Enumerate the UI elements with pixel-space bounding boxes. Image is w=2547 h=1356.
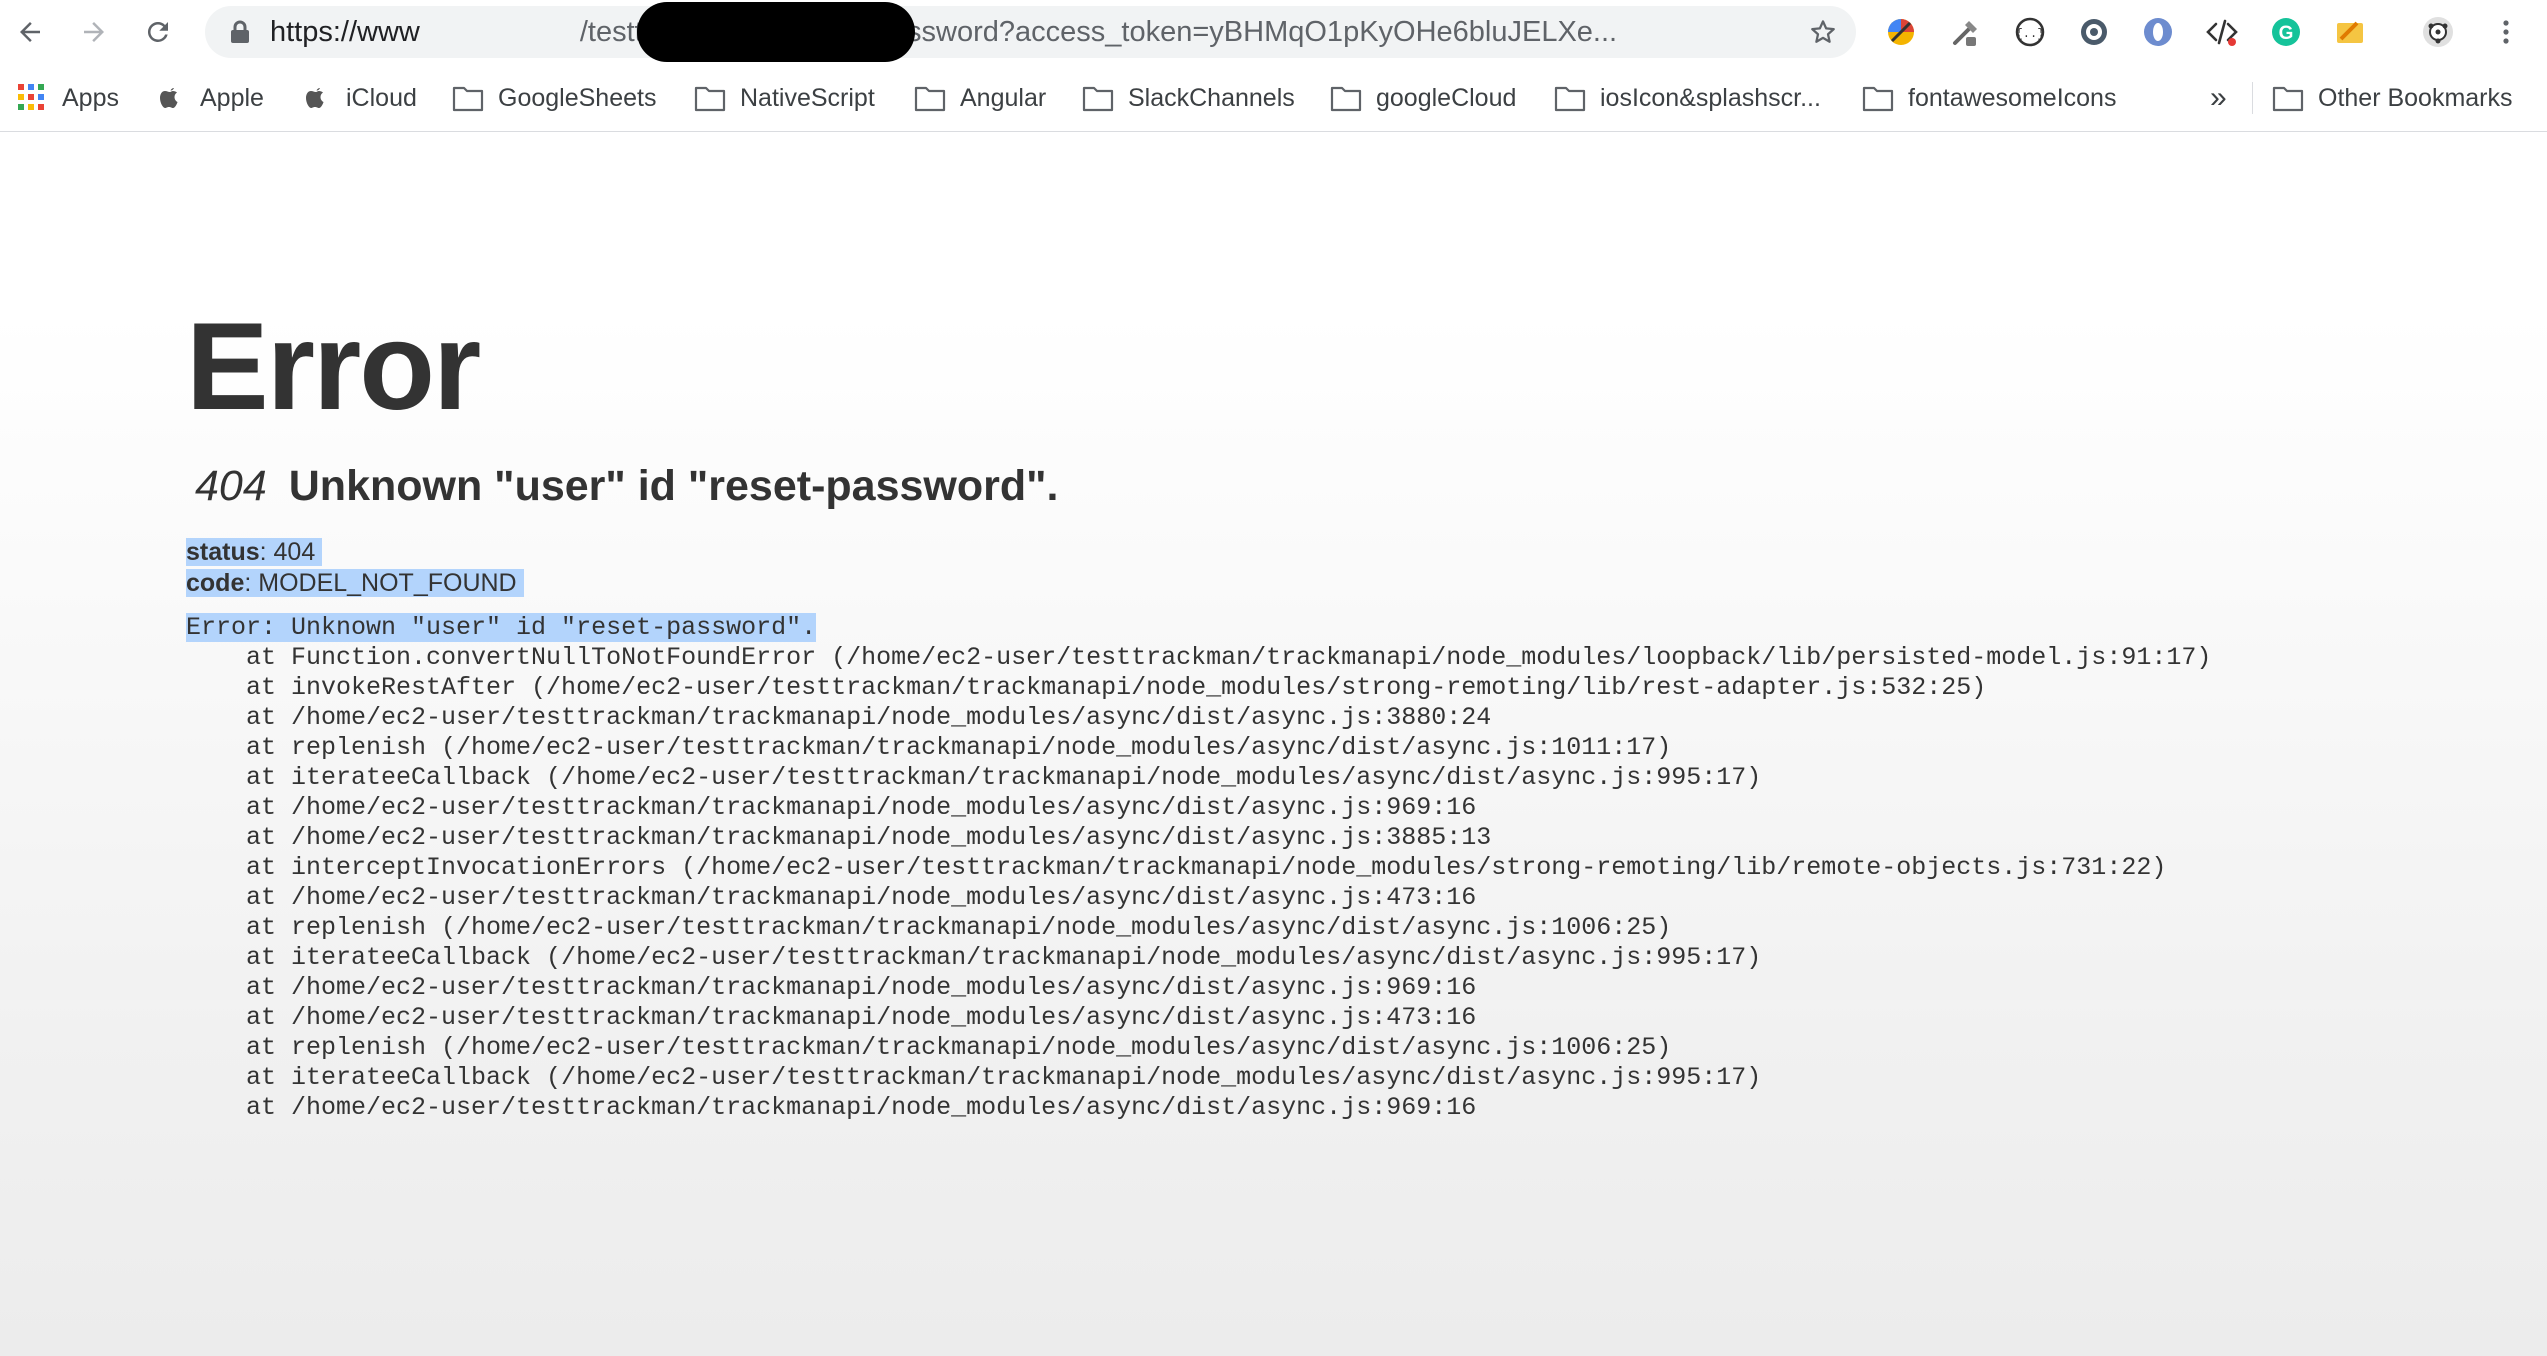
- stack-line: at replenish (/home/ec2-user/testtrackma…: [186, 913, 1672, 942]
- json-viewer-extension-icon[interactable]: {..}: [2012, 14, 2048, 50]
- stack-line: at /home/ec2-user/testtrackman/trackmana…: [186, 973, 1477, 1002]
- apps-grid-icon: [16, 84, 48, 112]
- arrow-right-icon: [84, 22, 104, 42]
- stack-line: at /home/ec2-user/testtrackman/trackmana…: [186, 1093, 1477, 1122]
- code-label: code: [186, 569, 245, 597]
- stack-line: at replenish (/home/ec2-user/testtrackma…: [186, 733, 1672, 762]
- address-bar[interactable]: https://www/testtm/api/users/reset-passw…: [205, 2, 1856, 62]
- folder-icon: [1330, 84, 1362, 112]
- bookmark-label: Apps: [62, 83, 119, 112]
- bookmark-icloud[interactable]: iCloud: [300, 78, 417, 118]
- eyedropper-extension-icon[interactable]: [1948, 14, 1984, 50]
- svg-text:G: G: [2279, 23, 2294, 44]
- reload-button[interactable]: [138, 12, 178, 52]
- error-details: status: 404 code: MODEL_NOT_FOUND: [186, 537, 524, 599]
- status-value: : 404: [259, 538, 316, 566]
- stack-line: at /home/ec2-user/testtrackman/trackmana…: [186, 823, 1492, 852]
- url-scheme: https://www: [270, 16, 420, 48]
- stack-line: at iterateeCallback (/home/ec2-user/test…: [186, 943, 1762, 972]
- stack-line: at /home/ec2-user/testtrackman/trackmana…: [186, 793, 1477, 822]
- bookmark-label: Other Bookmarks: [2318, 83, 2513, 112]
- stack-line: at iterateeCallback (/home/ec2-user/test…: [186, 763, 1762, 792]
- error-page: Error 404 Unknown "user" id "reset-passwo…: [0, 133, 2547, 1356]
- forward-button[interactable]: [74, 12, 114, 52]
- folder-icon: [1554, 84, 1586, 112]
- url-text[interactable]: https://www/testtm/api/users/reset-passw…: [270, 6, 1770, 58]
- folder-icon: [2272, 84, 2304, 112]
- status-row: status: 404: [186, 538, 323, 566]
- folder-icon: [1082, 84, 1114, 112]
- page-title: Error: [186, 298, 481, 436]
- status-label: status: [186, 538, 260, 566]
- browser-toolbar: https://www/testtm/api/users/reset-passw…: [0, 0, 2547, 64]
- apple-icon: [154, 84, 186, 112]
- star-icon[interactable]: [1808, 17, 1838, 47]
- back-button[interactable]: [10, 12, 50, 52]
- apple-icon: [300, 84, 332, 112]
- bookmark-label: SlackChannels: [1128, 83, 1295, 112]
- stack-head: Error: Unknown "user" id "reset-password…: [186, 613, 817, 642]
- bookmark-slackchannels[interactable]: SlackChannels: [1082, 78, 1295, 118]
- arrow-left-icon: [20, 22, 40, 42]
- lock-icon: [231, 20, 249, 43]
- stack-line: at invokeRestAfter (/home/ec2-user/testt…: [186, 673, 1987, 702]
- stack-line: at iterateeCallback (/home/ec2-user/test…: [186, 1063, 1762, 1092]
- opera-extension-icon[interactable]: [2140, 14, 2176, 50]
- reload-icon: [147, 21, 168, 42]
- code-value: : MODEL_NOT_FOUND: [244, 569, 517, 597]
- bookmark-label: GoogleSheets: [498, 83, 657, 112]
- bookmark-other-bookmarks[interactable]: Other Bookmarks: [2272, 78, 2513, 118]
- bookmark-label: googleCloud: [1376, 83, 1517, 112]
- stack-line: at /home/ec2-user/testtrackman/trackmana…: [186, 1003, 1477, 1032]
- bookmark-label: Angular: [960, 83, 1047, 112]
- redaction-mark: [637, 2, 915, 62]
- stack-line: at /home/ec2-user/testtrackman/trackmana…: [186, 883, 1477, 912]
- menu-kebab-icon[interactable]: [2488, 14, 2524, 50]
- stack-line: at interceptInvocationErrors (/home/ec2-…: [186, 853, 2167, 882]
- tracker-extension-icon[interactable]: [2076, 14, 2112, 50]
- bookmark-label: Apple: [200, 83, 264, 112]
- bookmark-label: fontawesomeIcons: [1908, 83, 2117, 112]
- chevron-double-right-icon: »: [2210, 81, 2227, 114]
- highlighter-extension-icon[interactable]: [2332, 14, 2368, 50]
- profile-avatar-icon[interactable]: [2420, 14, 2456, 50]
- color-picker-extension-icon[interactable]: [1883, 14, 1919, 50]
- bookmark-apple[interactable]: Apple: [154, 78, 264, 118]
- stack-line: at /home/ec2-user/testtrackman/trackmana…: [186, 703, 1492, 732]
- bookmark-googlesheets[interactable]: GoogleSheets: [452, 78, 656, 118]
- error-message: Unknown "user" id "reset-password".: [288, 462, 1059, 510]
- folder-icon: [452, 84, 484, 112]
- bookmark-label: iCloud: [346, 83, 417, 112]
- bookmark-googlecloud[interactable]: googleCloud: [1330, 78, 1516, 118]
- bookmark-angular[interactable]: Angular: [914, 78, 1046, 118]
- status-code: 404: [195, 462, 267, 510]
- grammarly-extension-icon[interactable]: G: [2268, 14, 2304, 50]
- code-row: code: MODEL_NOT_FOUND: [186, 569, 524, 597]
- bookmarks-divider: [2252, 82, 2253, 114]
- code-extension-icon[interactable]: [2204, 14, 2240, 50]
- stack-line: at Function.convertNullToNotFoundError (…: [186, 643, 2212, 672]
- bookmark-label: iosIcon&splashscr...: [1600, 83, 1821, 112]
- folder-icon: [694, 84, 726, 112]
- svg-text:{..}: {..}: [2016, 27, 2045, 41]
- bookmarks-overflow-button[interactable]: »: [2210, 78, 2227, 118]
- folder-icon: [914, 84, 946, 112]
- bookmark-nativescript[interactable]: NativeScript: [694, 78, 875, 118]
- folder-icon: [1862, 84, 1894, 112]
- bookmark-apps[interactable]: Apps: [16, 78, 119, 118]
- bookmark-iosicon-splash[interactable]: iosIcon&splashscr...: [1554, 78, 1821, 118]
- stack-trace: Error: Unknown "user" id "reset-password…: [186, 613, 2211, 1123]
- error-subtitle: 404 Unknown "user" id "reset-password".: [195, 461, 1058, 511]
- bookmark-fontawesomeicons[interactable]: fontawesomeIcons: [1862, 78, 2116, 118]
- stack-line: at replenish (/home/ec2-user/testtrackma…: [186, 1033, 1672, 1062]
- bookmark-label: NativeScript: [740, 83, 875, 112]
- bookmarks-bar: Apps Apple iCloud GoogleSheets NativeScr…: [0, 64, 2547, 132]
